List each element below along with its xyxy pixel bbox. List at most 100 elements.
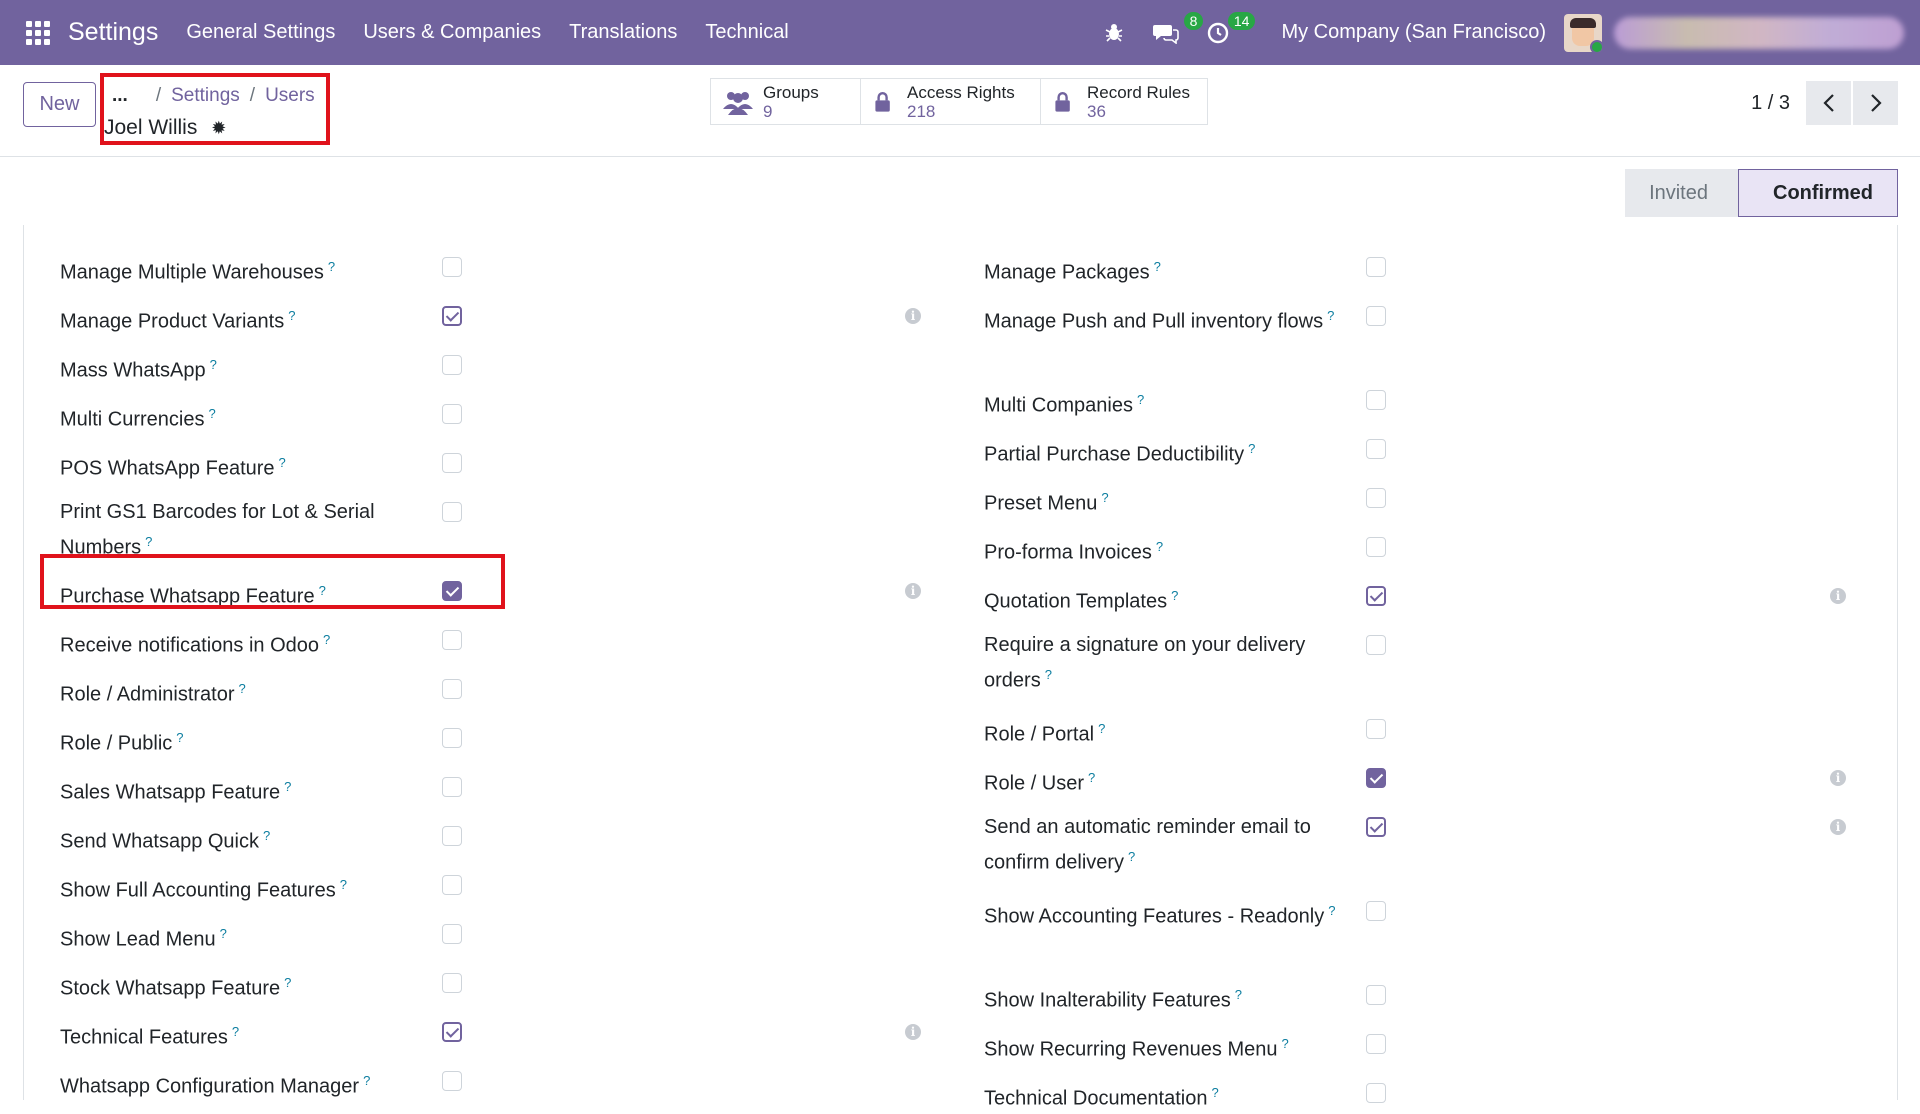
help-tooltip-icon[interactable]: ? xyxy=(1282,1036,1289,1051)
info-icon[interactable]: i xyxy=(905,583,921,599)
field-checkbox[interactable] xyxy=(1366,768,1386,788)
field-checkbox[interactable] xyxy=(442,973,462,993)
field-checkbox[interactable] xyxy=(442,777,462,797)
apps-grid-icon[interactable] xyxy=(26,20,50,45)
info-icon[interactable]: i xyxy=(1830,770,1846,786)
help-tooltip-icon[interactable]: ? xyxy=(288,308,295,323)
record-rules-smart-button[interactable]: Record Rules 36 xyxy=(1041,79,1207,124)
menu-users-companies[interactable]: Users & Companies xyxy=(363,21,541,44)
menu-translations[interactable]: Translations xyxy=(569,21,677,44)
field-checkbox[interactable] xyxy=(1366,635,1386,655)
field-label: Manage Product Variants? xyxy=(60,301,420,337)
help-tooltip-icon[interactable]: ? xyxy=(1101,490,1108,505)
field-label-text: Require a signature on your delivery ord… xyxy=(984,634,1306,692)
stage-confirmed[interactable]: Confirmed xyxy=(1738,169,1898,217)
help-tooltip-icon[interactable]: ? xyxy=(1248,441,1255,456)
field-checkbox[interactable] xyxy=(442,826,462,846)
stage-invited[interactable]: Invited xyxy=(1625,169,1738,217)
help-tooltip-icon[interactable]: ? xyxy=(1156,539,1163,554)
info-icon[interactable]: i xyxy=(905,308,921,324)
menu-technical[interactable]: Technical xyxy=(705,21,788,44)
activity-clock-icon[interactable]: 14 xyxy=(1203,11,1256,48)
help-tooltip-icon[interactable]: ? xyxy=(220,926,227,941)
help-tooltip-icon[interactable]: ? xyxy=(1128,849,1135,864)
help-tooltip-icon[interactable]: ? xyxy=(1235,987,1242,1002)
help-tooltip-icon[interactable]: ? xyxy=(263,828,270,843)
field-checkbox[interactable] xyxy=(1366,586,1386,606)
help-tooltip-icon[interactable]: ? xyxy=(279,455,286,470)
field-checkbox[interactable] xyxy=(1366,537,1386,557)
field-checkbox[interactable] xyxy=(442,257,462,277)
help-tooltip-icon[interactable]: ? xyxy=(1088,770,1095,785)
info-icon[interactable]: i xyxy=(1830,588,1846,604)
field-checkbox[interactable] xyxy=(1366,390,1386,410)
field-checkbox[interactable] xyxy=(442,355,462,375)
debug-bug-icon[interactable] xyxy=(1099,18,1129,48)
field-label: Mass WhatsApp? xyxy=(60,350,420,386)
help-tooltip-icon[interactable]: ? xyxy=(340,877,347,892)
control-panel: New ... / Settings / Users Joel Willis ✹ Gro… xyxy=(0,65,1920,157)
help-tooltip-icon[interactable]: ? xyxy=(284,779,291,794)
help-tooltip-icon[interactable]: ? xyxy=(323,632,330,647)
previous-record-button[interactable] xyxy=(1806,81,1851,125)
field-checkbox[interactable] xyxy=(1366,1083,1386,1103)
help-tooltip-icon[interactable]: ? xyxy=(1211,1085,1218,1100)
field-checkbox[interactable] xyxy=(442,453,462,473)
help-tooltip-icon[interactable]: ? xyxy=(210,357,217,372)
field-checkbox[interactable] xyxy=(442,404,462,424)
field-checkbox[interactable] xyxy=(1366,817,1386,837)
access-rights-smart-button[interactable]: Access Rights 218 xyxy=(861,79,1041,124)
info-icon[interactable]: i xyxy=(905,1024,921,1040)
field-checkbox[interactable] xyxy=(442,924,462,944)
new-button[interactable]: New xyxy=(23,82,96,127)
help-tooltip-icon[interactable]: ? xyxy=(232,1024,239,1039)
help-tooltip-icon[interactable]: ? xyxy=(1137,392,1144,407)
menu-general-settings[interactable]: General Settings xyxy=(186,21,335,44)
help-tooltip-icon[interactable]: ? xyxy=(1098,721,1105,736)
company-switcher[interactable]: My Company (San Francisco) xyxy=(1281,21,1546,44)
info-icon[interactable]: i xyxy=(1830,819,1846,835)
field-checkbox[interactable] xyxy=(442,1022,462,1042)
help-tooltip-icon[interactable]: ? xyxy=(284,975,291,990)
field-checkbox[interactable] xyxy=(1366,439,1386,459)
breadcrumb-users[interactable]: Users xyxy=(265,85,315,106)
field-checkbox[interactable] xyxy=(442,306,462,326)
help-tooltip-icon[interactable]: ? xyxy=(1327,308,1334,323)
help-tooltip-icon[interactable]: ? xyxy=(1328,903,1335,918)
next-record-button[interactable] xyxy=(1853,81,1898,125)
field-checkbox[interactable] xyxy=(442,630,462,650)
field-checkbox[interactable] xyxy=(1366,306,1386,326)
user-avatar[interactable] xyxy=(1564,13,1602,52)
breadcrumb-settings[interactable]: Settings xyxy=(171,85,240,106)
chevron-left-icon xyxy=(1822,94,1834,112)
field-checkbox[interactable] xyxy=(442,502,462,522)
help-tooltip-icon[interactable]: ? xyxy=(239,681,246,696)
field-checkbox[interactable] xyxy=(442,1071,462,1091)
groups-smart-button[interactable]: Groups 9 xyxy=(711,79,861,124)
field-checkbox[interactable] xyxy=(1366,719,1386,739)
help-tooltip-icon[interactable]: ? xyxy=(1045,667,1052,682)
help-tooltip-icon[interactable]: ? xyxy=(363,1073,370,1088)
help-tooltip-icon[interactable]: ? xyxy=(208,406,215,421)
help-tooltip-icon[interactable]: ? xyxy=(1171,588,1178,603)
help-tooltip-icon[interactable]: ? xyxy=(328,259,335,274)
field-checkbox[interactable] xyxy=(442,875,462,895)
field-checkbox[interactable] xyxy=(1366,488,1386,508)
field-checkbox[interactable] xyxy=(442,728,462,748)
gear-icon[interactable]: ✹ xyxy=(211,118,226,139)
pager-value[interactable]: 1 / 3 xyxy=(1751,92,1790,115)
help-tooltip-icon[interactable]: ? xyxy=(145,534,152,549)
field-checkbox[interactable] xyxy=(1366,257,1386,277)
field-label: Role / Administrator? xyxy=(60,674,420,710)
breadcrumb-more[interactable]: ... xyxy=(112,85,128,106)
help-tooltip-icon[interactable]: ? xyxy=(1154,259,1161,274)
field-checkbox[interactable] xyxy=(1366,901,1386,921)
field-checkbox[interactable] xyxy=(1366,985,1386,1005)
field-label: Show Recurring Revenues Menu? xyxy=(984,1029,1354,1065)
app-brand[interactable]: Settings xyxy=(68,18,158,47)
help-tooltip-icon[interactable]: ? xyxy=(176,730,183,745)
field-label-text: Mass WhatsApp xyxy=(60,359,206,382)
field-checkbox[interactable] xyxy=(1366,1034,1386,1054)
field-checkbox[interactable] xyxy=(442,679,462,699)
messages-chat-icon[interactable]: 8 xyxy=(1151,11,1204,48)
